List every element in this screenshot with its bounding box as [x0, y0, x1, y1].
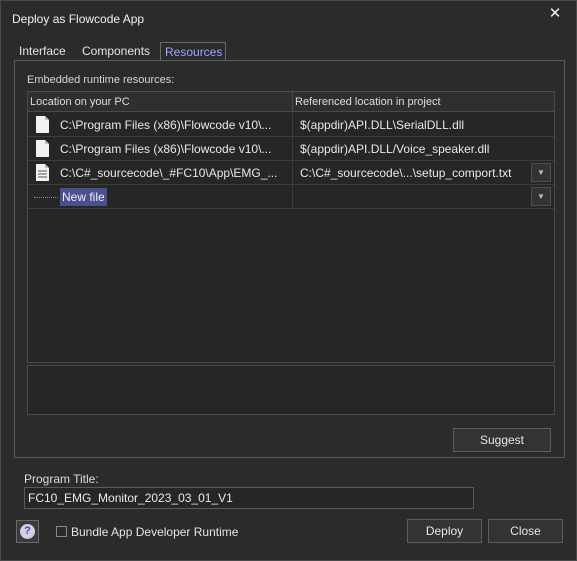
project-location-cell[interactable]: C:\C#_sourcecode\...\setup_comport.txt — [300, 161, 528, 185]
table-header: Location on your PC Referenced location … — [28, 92, 554, 112]
program-title-input[interactable]: FC10_EMG_Monitor_2023_03_01_V1 — [24, 487, 474, 509]
help-icon: ? — [20, 524, 35, 539]
deploy-button[interactable]: Deploy — [407, 519, 482, 543]
close-button[interactable]: Close — [488, 519, 563, 543]
bundle-runtime-label[interactable]: Bundle App Developer Runtime — [71, 525, 238, 539]
close-icon[interactable]: ✕ — [546, 5, 564, 23]
resources-table: Location on your PC Referenced location … — [27, 91, 555, 363]
window-title: Deploy as Flowcode App — [12, 12, 145, 26]
section-label: Embedded runtime resources: — [27, 74, 175, 86]
text-file-icon — [36, 164, 49, 181]
program-title-label: Program Title: — [24, 472, 99, 486]
project-location-cell[interactable]: $(appdir)API.DLL\SerialDLL.dll — [300, 113, 550, 137]
resources-panel: Embedded runtime resources: Location on … — [14, 60, 565, 458]
tab-resources[interactable]: Resources — [160, 42, 226, 61]
table-row[interactable]: C:\C#_sourcecode\_#FC10\App\EMG_... C:\C… — [28, 161, 554, 185]
tab-components[interactable]: Components — [78, 42, 154, 61]
pc-location-cell[interactable]: C:\Program Files (x86)\Flowcode v10\... — [60, 113, 288, 137]
project-location-cell[interactable]: $(appdir)API.DLL/Voice_speaker.dll — [300, 137, 550, 161]
help-button[interactable]: ? — [16, 520, 39, 543]
title-bar: Deploy as Flowcode App ✕ — [1, 1, 576, 35]
description-box — [27, 365, 555, 415]
file-icon — [36, 140, 49, 157]
table-row[interactable]: C:\Program Files (x86)\Flowcode v10\... … — [28, 113, 554, 137]
new-file-input[interactable]: New file — [60, 188, 107, 206]
chevron-down-icon[interactable]: ▼ — [531, 187, 551, 206]
tree-connector — [34, 197, 58, 198]
file-icon — [36, 116, 49, 133]
chevron-down-icon[interactable]: ▼ — [531, 163, 551, 182]
tab-interface[interactable]: Interface — [15, 42, 70, 61]
suggest-button[interactable]: Suggest — [453, 428, 551, 452]
deploy-dialog: Deploy as Flowcode App ✕ Interface Compo… — [0, 0, 577, 561]
pc-location-cell[interactable]: C:\C#_sourcecode\_#FC10\App\EMG_... — [60, 161, 288, 185]
column-header-pc-location[interactable]: Location on your PC — [28, 92, 293, 112]
column-header-project-location[interactable]: Referenced location in project — [293, 92, 554, 112]
bundle-runtime-checkbox[interactable] — [56, 526, 67, 537]
table-row[interactable]: C:\Program Files (x86)\Flowcode v10\... … — [28, 137, 554, 161]
pc-location-cell[interactable]: C:\Program Files (x86)\Flowcode v10\... — [60, 137, 288, 161]
new-file-row[interactable]: New file ▼ — [28, 185, 554, 209]
